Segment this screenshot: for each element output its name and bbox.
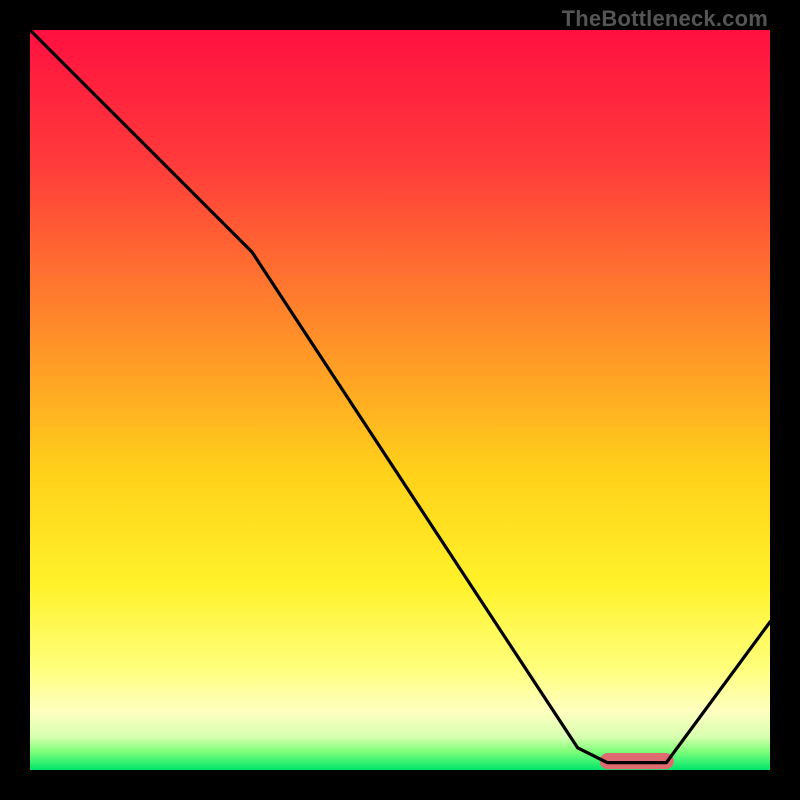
watermark-text: TheBottleneck.com <box>562 6 768 32</box>
plot-area <box>30 30 770 770</box>
plot-svg <box>30 30 770 770</box>
bottleneck-chart: TheBottleneck.com <box>0 0 800 800</box>
